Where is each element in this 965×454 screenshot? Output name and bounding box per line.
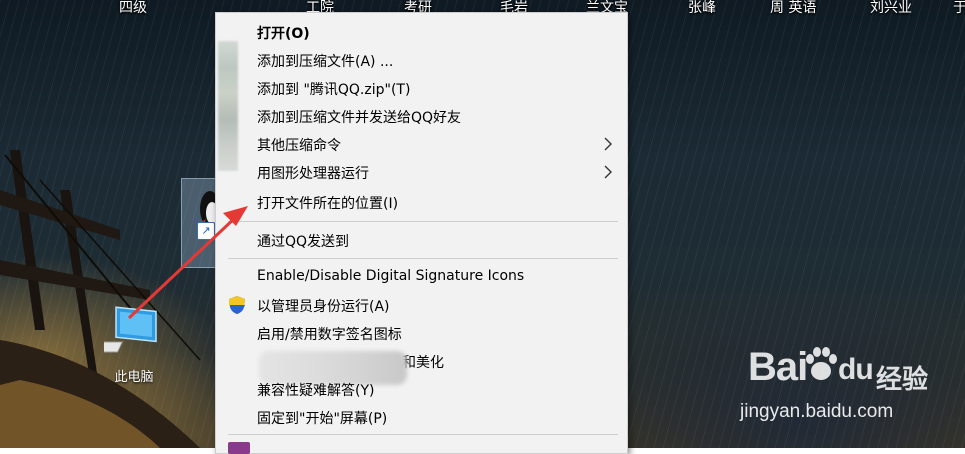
desktop-icon-label[interactable]: 刘兴业 [870,0,912,17]
menu-item-compress-send-qq[interactable]: 添加到压缩文件并发送给QQ好友 [216,103,627,131]
menu-item-label: 用图形处理器运行 [257,166,369,182]
desktop-icon-label[interactable]: 于 [953,0,965,17]
baidu-jingyan-watermark: Bai du 经验 jingyan.baidu.com [740,345,930,430]
menu-item-label: 兼容性疑难解答(Y) [257,383,375,399]
uac-shield-icon [229,296,245,314]
menu-item-digital-signature-en[interactable]: Enable/Disable Digital Signature Icons [216,264,627,292]
menu-item-label: 添加到 "腾讯QQ.zip"(T) [257,82,411,98]
menu-separator [228,221,618,222]
menu-item-run-with-gpu[interactable]: 用图形处理器运行 [216,159,627,187]
menu-item-open[interactable]: 打开(O) [216,19,627,47]
chevron-right-icon [604,137,612,151]
menu-separator [228,434,618,435]
menu-item-label: 添加到压缩文件并发送给QQ好友 [257,110,462,126]
baidu-paw-icon [806,347,837,380]
menu-item-label: 其他压缩命令 [257,138,341,154]
menu-separator [228,258,618,259]
menu-item-label: 固定到"开始"屏幕(P) [257,411,388,427]
menu-item-other-compress[interactable]: 其他压缩命令 [216,131,627,159]
menu-item-run-as-admin[interactable]: 以管理员身份运行(A) [216,292,627,320]
menu-item-digital-signature-cn[interactable]: 启用/禁用数字签名图标 [216,320,627,348]
menu-item-add-to-archive[interactable]: 添加到压缩文件(A) ... [216,47,627,75]
this-pc-icon[interactable] [104,304,164,358]
menu-item-label: 以管理员身份运行(A) [257,299,390,315]
shortcut-arrow-icon: ↗ [197,222,215,240]
menu-item-send-via-qq[interactable]: 通过QQ发送到 [216,227,627,255]
desktop-icon-label[interactable]: 张峰 [688,0,716,17]
desktop-icon-label[interactable]: 周 英语 [770,0,816,17]
watermark-url: jingyan.baidu.com [740,401,894,422]
menu-item-label: 通过QQ发送到 [257,234,350,250]
menu-item-pin-to-start[interactable]: 固定到"开始"屏幕(P) [216,404,627,432]
desktop-icon-label[interactable]: 四级 [119,0,147,17]
menu-item-label: 打开(O) [257,26,310,42]
menu-item-add-to-zip[interactable]: 添加到 "腾讯QQ.zip"(T) [216,75,627,103]
menu-item-label: 打开文件所在的位置(I) [257,196,399,212]
context-menu: 打开(O) 添加到压缩文件(A) ... 添加到 "腾讯QQ.zip"(T) 添… [215,12,628,454]
winrar-icon [228,442,250,454]
menu-item-label: 添加到压缩文件(A) ... [257,54,394,70]
chevron-right-icon [604,165,612,179]
menu-item-compat-troubleshoot[interactable]: 兼容性疑难解答(Y) [216,376,627,404]
watermark-cn: 经验 [876,365,929,395]
watermark-brand-2: du [838,353,874,386]
menu-item-open-file-location[interactable]: 打开文件所在的位置(I) [216,189,627,217]
menu-item-label: 启用/禁用数字签名图标 [257,327,402,343]
watermark-brand: Bai [748,345,808,389]
menu-item-label: Enable/Disable Digital Signature Icons [257,268,525,284]
this-pc-label[interactable]: 此电脑 [102,366,166,385]
